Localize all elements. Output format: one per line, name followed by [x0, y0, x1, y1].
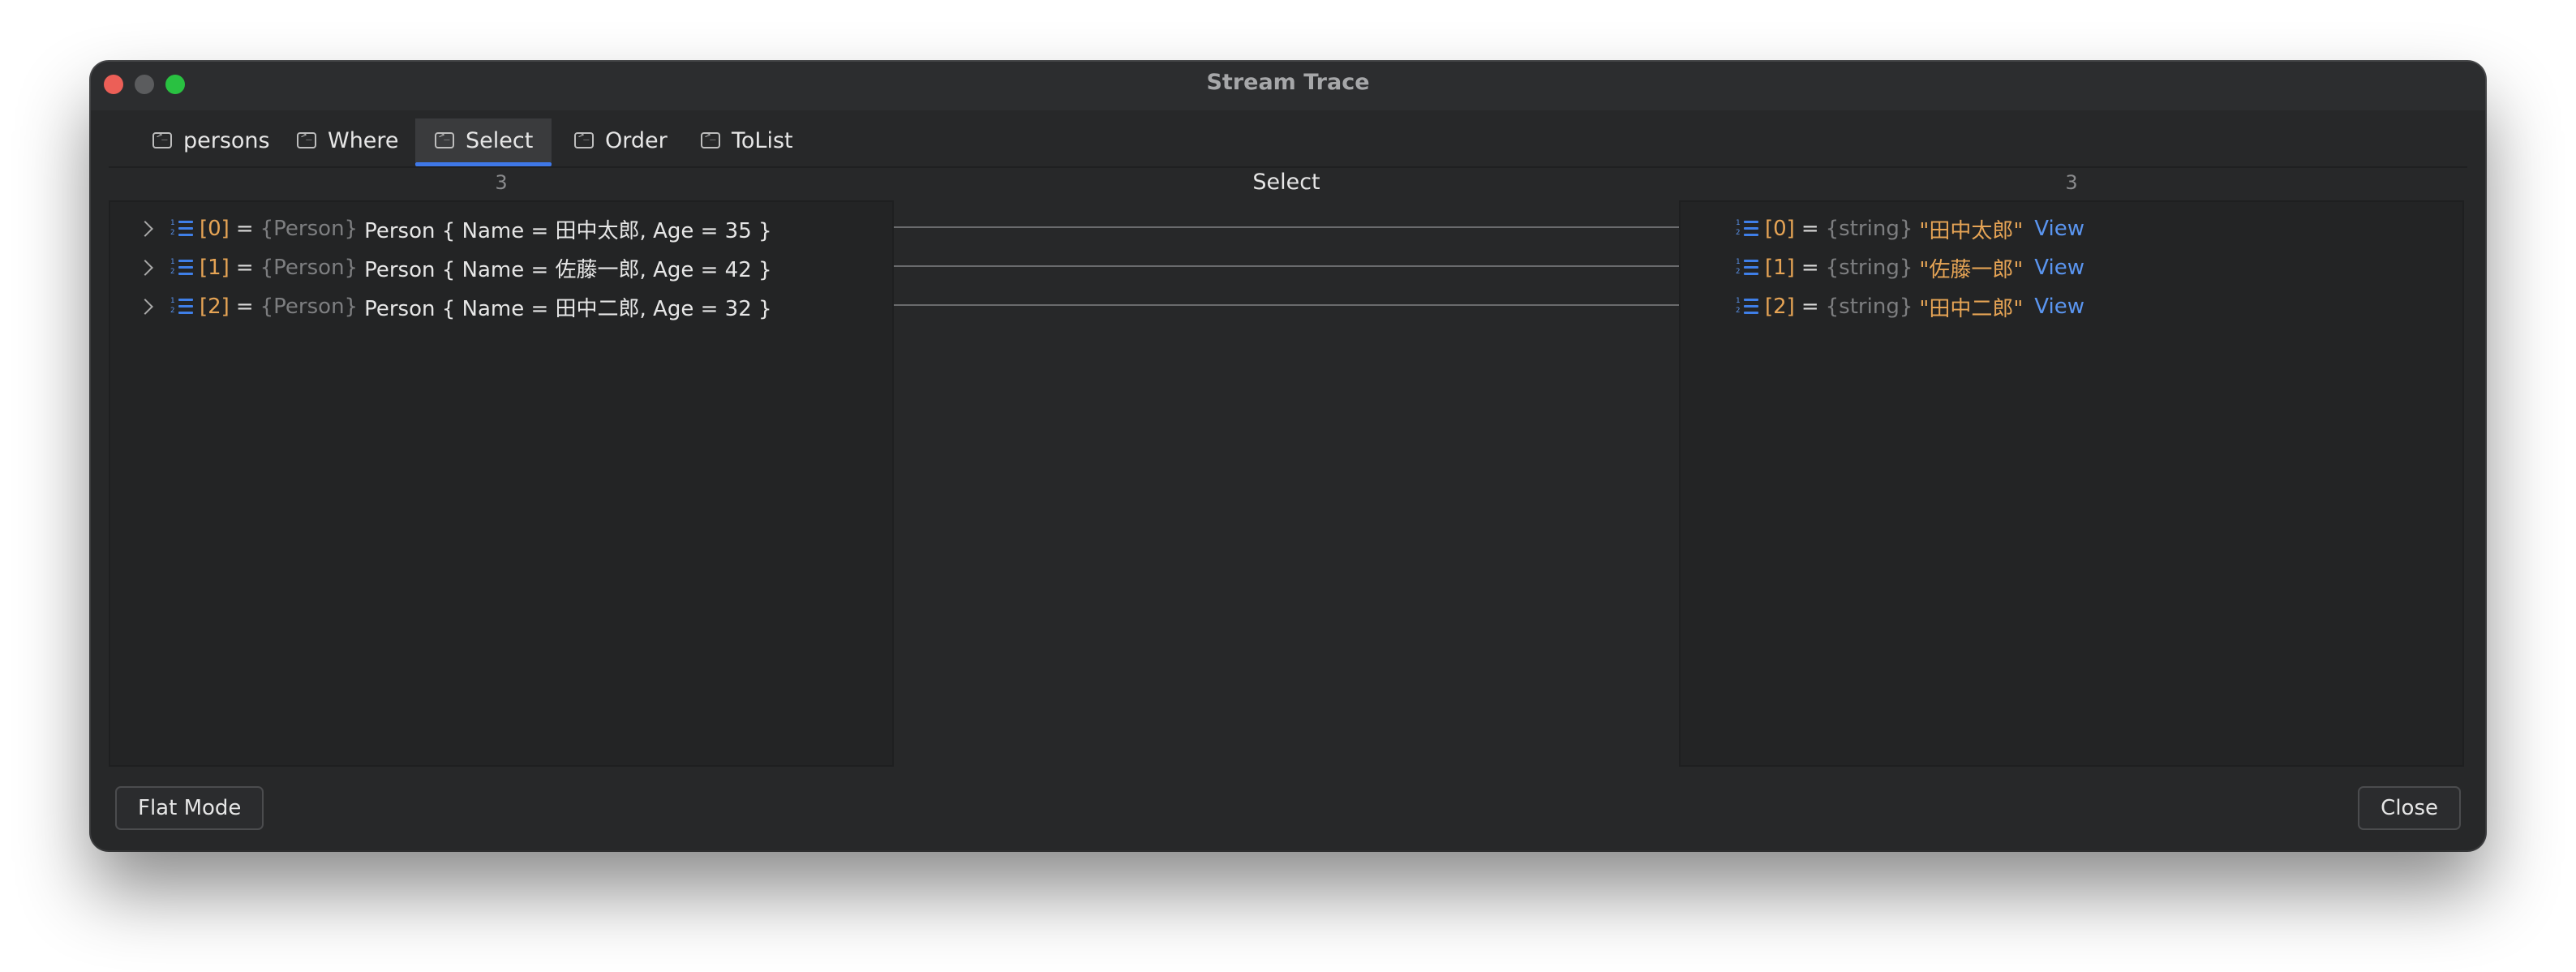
mapping-area [894, 200, 1679, 767]
output-panel: 12 [0] = {string} "田中太郎" View 12 [1] = {… [1679, 200, 2464, 767]
equals-sign: = [235, 256, 254, 280]
stream-trace-window: Stream Trace persons Where Select Order … [91, 62, 2485, 850]
item-type: {string} [1825, 295, 1913, 319]
tab-label: ToList [732, 127, 793, 153]
tab-where[interactable]: Where [289, 118, 402, 162]
list-icon: 12 [1736, 297, 1760, 316]
flat-mode-button[interactable]: Flat Mode [115, 786, 264, 830]
chevron-right-icon[interactable] [137, 299, 153, 315]
mapping-line [894, 265, 1679, 267]
item-index: [1] [1765, 256, 1795, 280]
item-value: Person { Name = 佐藤一郎, Age = 42 } [364, 257, 772, 282]
list-item[interactable]: 12 [2] = {string} "田中二郎" View [1736, 288, 2084, 325]
column-header: 3 Select 3 [109, 168, 2467, 200]
item-value: "田中二郎" [1919, 296, 2024, 321]
view-link[interactable]: View [2034, 256, 2084, 280]
item-value: "田中太郎" [1919, 218, 2024, 243]
list-item[interactable]: 12 [1] = {Person} Person { Name = 佐藤一郎, … [135, 249, 772, 286]
item-value: Person { Name = 田中太郎, Age = 35 } [364, 218, 772, 243]
item-type: {Person} [260, 295, 358, 319]
tab-persons[interactable]: persons [144, 118, 274, 162]
item-index: [1] [200, 256, 230, 280]
list-icon: 12 [170, 219, 195, 239]
operator-title: Select [1252, 170, 1320, 195]
item-type: {string} [1825, 217, 1913, 241]
footer-bar: Flat Mode Close [91, 767, 2485, 850]
item-index: [0] [1765, 217, 1795, 241]
tab-tolist[interactable]: ToList [693, 118, 814, 162]
terminal-icon [297, 129, 316, 148]
item-index: [0] [200, 217, 230, 241]
terminal-icon [152, 129, 172, 148]
tab-label: Select [466, 127, 534, 153]
equals-sign: = [235, 295, 254, 319]
list-item[interactable]: 12 [0] = {string} "田中太郎" View [1736, 210, 2084, 247]
tab-order[interactable]: Order [566, 118, 680, 162]
view-link[interactable]: View [2034, 217, 2084, 241]
item-value: "佐藤一郎" [1919, 257, 2024, 282]
item-index: [2] [1765, 295, 1795, 319]
terminal-icon [435, 129, 454, 148]
equals-sign: = [1801, 295, 1819, 319]
mapping-line [894, 304, 1679, 306]
item-index: [2] [200, 295, 230, 319]
window-title: Stream Trace [1206, 70, 1370, 95]
item-type: {string} [1825, 256, 1913, 280]
tab-label: Where [328, 127, 399, 153]
terminal-icon [574, 129, 594, 148]
terminal-icon [701, 129, 720, 148]
list-icon: 12 [1736, 258, 1760, 277]
list-item[interactable]: 12 [0] = {Person} Person { Name = 田中太郎, … [135, 210, 772, 247]
chevron-right-icon[interactable] [137, 221, 153, 237]
list-icon: 12 [170, 258, 195, 277]
title-bar: Stream Trace [91, 62, 2485, 110]
item-type: {Person} [260, 217, 358, 241]
input-panel: 12 [0] = {Person} Person { Name = 田中太郎, … [109, 200, 894, 767]
output-count: 3 [2065, 171, 2078, 194]
equals-sign: = [1801, 217, 1819, 241]
equals-sign: = [1801, 256, 1819, 280]
chevron-right-icon[interactable] [137, 260, 153, 276]
tab-label: persons [183, 127, 270, 153]
item-type: {Person} [260, 256, 358, 280]
equals-sign: = [235, 217, 254, 241]
view-link[interactable]: View [2034, 295, 2084, 319]
list-item[interactable]: 12 [1] = {string} "佐藤一郎" View [1736, 249, 2084, 286]
close-button[interactable]: Close [2358, 786, 2461, 830]
mapping-line [894, 226, 1679, 228]
tab-label: Order [605, 127, 668, 153]
list-item[interactable]: 12 [2] = {Person} Person { Name = 田中二郎, … [135, 288, 772, 325]
item-value: Person { Name = 田中二郎, Age = 32 } [364, 296, 772, 321]
tab-select[interactable]: Select [415, 118, 552, 166]
input-count: 3 [495, 171, 508, 194]
list-icon: 12 [1736, 219, 1760, 239]
list-icon: 12 [170, 297, 195, 316]
